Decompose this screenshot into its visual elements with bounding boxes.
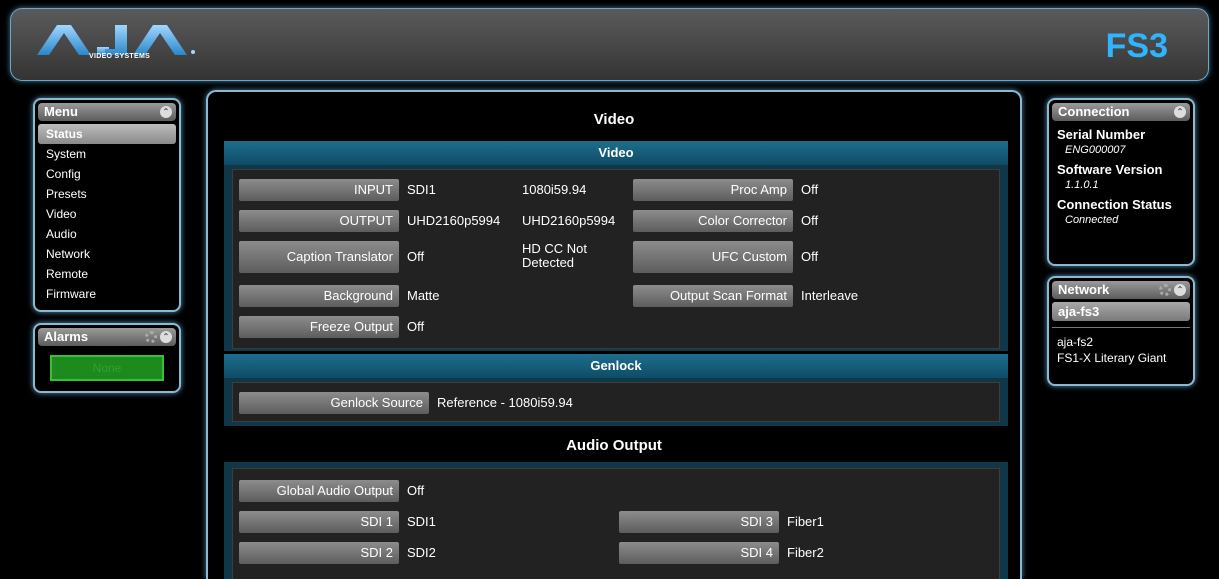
gear-icon[interactable] xyxy=(1159,284,1171,296)
global-audio-output-button[interactable]: Global Audio Output xyxy=(239,480,399,502)
header-bar: VIDEO SYSTEMS FS3 xyxy=(10,8,1209,81)
network-panel: Network ⌃ aja-fs3 aja-fs2 FS1-X Literary… xyxy=(1047,276,1195,386)
network-title: Network xyxy=(1058,282,1110,297)
ufc-custom-button[interactable]: UFC Custom xyxy=(633,241,793,273)
menu-item-video[interactable]: Video xyxy=(38,204,176,224)
alarm-status: None xyxy=(50,355,164,381)
output-format: UHD2160p5994 xyxy=(522,213,616,228)
background-button[interactable]: Background xyxy=(239,285,399,307)
sdi4-value: Fiber2 xyxy=(787,545,824,560)
network-device[interactable]: FS1-X Literary Giant xyxy=(1049,350,1193,366)
menu-item-network[interactable]: Network xyxy=(38,244,176,264)
connection-panel-header: Connection ⌃ xyxy=(1052,103,1190,121)
connection-panel: Connection ⌃ Serial Number ENG000007 Sof… xyxy=(1047,98,1195,266)
menu-item-status[interactable]: Status xyxy=(38,124,176,144)
alarms-panel: Alarms ⌃ None xyxy=(33,323,181,393)
alarms-title: Alarms xyxy=(44,329,89,344)
menu-item-system[interactable]: System xyxy=(38,144,176,164)
sdi1-value: SDI1 xyxy=(407,514,436,529)
genlock-source-value: Reference - 1080i59.94 xyxy=(437,395,573,410)
sdi2-button[interactable]: SDI 2 xyxy=(239,542,399,564)
video-section-header: Video xyxy=(224,141,1008,165)
audio-section: Global Audio Output Off SDI 1 SDI1 SDI 2… xyxy=(224,462,1008,579)
output-button[interactable]: OUTPUT xyxy=(239,210,399,232)
sdi4-button[interactable]: SDI 4 xyxy=(619,542,779,564)
logo-subtitle: VIDEO SYSTEMS xyxy=(89,53,151,60)
input-button[interactable]: INPUT xyxy=(239,179,399,201)
menu-item-config[interactable]: Config xyxy=(38,164,176,184)
menu-panel: Menu ⌃ Status System Config Presets Vide… xyxy=(33,98,181,312)
freeze-output-button[interactable]: Freeze Output xyxy=(239,316,399,338)
proc-amp-value: Off xyxy=(801,182,819,197)
network-device[interactable]: aja-fs2 xyxy=(1049,334,1193,350)
global-audio-output-value: Off xyxy=(407,483,425,498)
caption-translator-button[interactable]: Caption Translator xyxy=(239,241,399,273)
caption-translator-value: Off xyxy=(407,249,425,264)
audio-section-body: Global Audio Output Off SDI 1 SDI1 SDI 2… xyxy=(232,468,1000,579)
output-value: UHD2160p5994 xyxy=(407,213,501,228)
connection-status-value: Connected xyxy=(1065,214,1119,226)
divider xyxy=(1052,327,1190,328)
genlock-section-body: Genlock Source Reference - 1080i59.94 xyxy=(232,382,1000,422)
network-selected-device[interactable]: aja-fs3 xyxy=(1052,302,1190,321)
genlock-section-header: Genlock xyxy=(224,354,1008,378)
collapse-icon[interactable]: ⌃ xyxy=(1174,106,1186,118)
connection-status-label: Connection Status xyxy=(1057,197,1172,212)
collapse-icon[interactable]: ⌃ xyxy=(1174,284,1186,296)
collapse-icon[interactable]: ⌃ xyxy=(160,331,172,343)
menu-item-audio[interactable]: Audio xyxy=(38,224,176,244)
sdi3-value: Fiber1 xyxy=(787,514,824,529)
sdi1-button[interactable]: SDI 1 xyxy=(239,511,399,533)
video-section: Video INPUT SDI1 1080i59.94 OUTPUT UHD21… xyxy=(224,141,1008,351)
sdi3-button[interactable]: SDI 3 xyxy=(619,511,779,533)
product-name: FS3 xyxy=(1105,27,1168,65)
aja-logo xyxy=(37,25,195,55)
sdi2-value: SDI2 xyxy=(407,545,436,560)
output-scan-format-value: Interleave xyxy=(801,288,859,303)
main-panel: Video Video INPUT SDI1 1080i59.94 OUTPUT… xyxy=(206,90,1022,579)
genlock-section: Genlock Genlock Source Reference - 1080i… xyxy=(224,354,1008,426)
background-value: Matte xyxy=(407,288,440,303)
freeze-output-value: Off xyxy=(407,319,425,334)
menu-item-presets[interactable]: Presets xyxy=(38,184,176,204)
menu-panel-header: Menu ⌃ xyxy=(38,103,176,121)
network-panel-header: Network ⌃ xyxy=(1052,281,1190,299)
gear-icon[interactable] xyxy=(145,331,157,343)
alarms-panel-header: Alarms ⌃ xyxy=(38,328,176,346)
input-value: SDI1 xyxy=(407,182,436,197)
serial-number-label: Serial Number xyxy=(1057,127,1146,142)
menu-title: Menu xyxy=(44,104,78,119)
audio-output-title: Audio Output xyxy=(566,437,662,454)
genlock-source-button[interactable]: Genlock Source xyxy=(239,392,429,414)
proc-amp-button[interactable]: Proc Amp xyxy=(633,179,793,201)
menu-item-firmware[interactable]: Firmware xyxy=(38,284,176,304)
menu-list: Status System Config Presets Video Audio… xyxy=(35,124,179,304)
video-section-body: INPUT SDI1 1080i59.94 OUTPUT UHD2160p599… xyxy=(232,169,1000,349)
connection-title: Connection xyxy=(1058,104,1130,119)
output-scan-format-button[interactable]: Output Scan Format xyxy=(633,285,793,307)
color-corrector-value: Off xyxy=(801,213,819,228)
color-corrector-button[interactable]: Color Corrector xyxy=(633,210,793,232)
menu-item-remote[interactable]: Remote xyxy=(38,264,176,284)
software-version-value: 1.1.0.1 xyxy=(1065,179,1099,191)
serial-number-value: ENG000007 xyxy=(1065,144,1126,156)
caption-status: HD CC Not Detected xyxy=(522,241,588,270)
software-version-label: Software Version xyxy=(1057,162,1163,177)
input-format: 1080i59.94 xyxy=(522,182,587,197)
collapse-icon[interactable]: ⌃ xyxy=(160,106,172,118)
page-title: Video xyxy=(593,111,635,128)
ufc-custom-value: Off xyxy=(801,249,819,264)
